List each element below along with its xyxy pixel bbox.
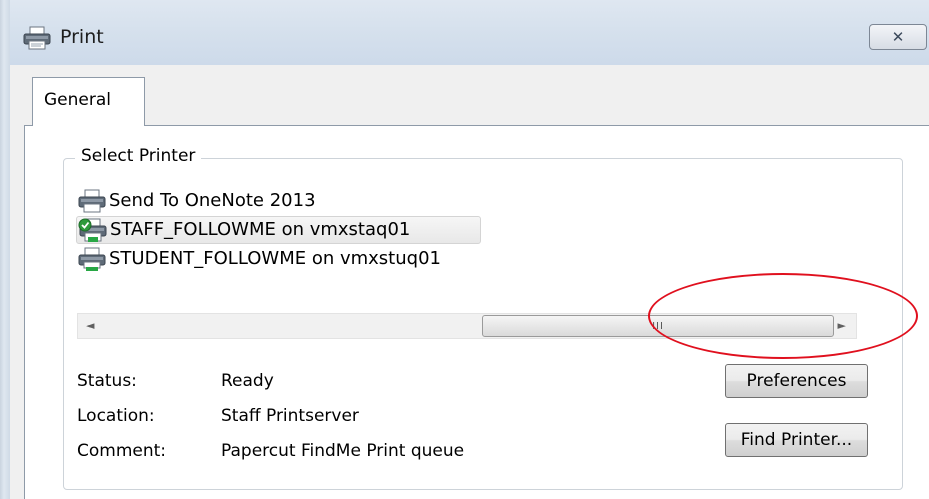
close-button[interactable]: ✕ xyxy=(869,24,927,50)
window-title: Print xyxy=(60,26,104,48)
tab-page-general: Select Printer Send To OneNote 2013 STAF… xyxy=(24,125,929,499)
comment-label: Comment: xyxy=(77,441,167,461)
scroll-thumb[interactable]: III xyxy=(482,315,834,337)
printer-icon xyxy=(77,189,107,213)
printer-item-selected[interactable]: STAFF_FOLLOWME on vmxstaq01 xyxy=(76,215,857,244)
tab-label: General xyxy=(44,90,111,110)
tab-general[interactable]: General xyxy=(32,77,145,126)
printer-name: Send To OneNote 2013 xyxy=(109,190,316,211)
network-printer-icon xyxy=(77,247,107,271)
printer-name: STUDENT_FOLLOWME on vmxstuq01 xyxy=(109,248,441,269)
printer-name: STAFF_FOLLOWME on vmxstaq01 xyxy=(110,219,411,240)
preferences-label: Preferences xyxy=(746,371,847,391)
default-printer-icon xyxy=(78,218,108,242)
print-dialog: Print ✕ General Select Printer Send To O… xyxy=(0,0,929,499)
scroll-left-arrow-icon[interactable]: ◄ xyxy=(86,319,94,332)
location-label: Location: xyxy=(77,406,155,426)
status-label: Status: xyxy=(77,371,137,391)
comment-value: Papercut FindMe Print queue xyxy=(221,441,465,461)
status-value: Ready xyxy=(221,371,274,391)
dialog-body: General Select Printer Send To OneNote 2… xyxy=(10,65,929,499)
find-printer-button[interactable]: Find Printer... xyxy=(725,423,868,457)
close-icon: ✕ xyxy=(891,28,905,46)
printer-item[interactable]: Send To OneNote 2013 xyxy=(77,186,857,215)
scroll-right-arrow-icon[interactable]: ► xyxy=(838,319,846,332)
printer-icon xyxy=(22,26,52,50)
title-bar[interactable]: Print ✕ xyxy=(10,0,929,65)
group-label: Select Printer xyxy=(75,146,202,166)
printer-item[interactable]: STUDENT_FOLLOWME on vmxstuq01 xyxy=(77,244,857,273)
location-value: Staff Printserver xyxy=(221,406,359,426)
preferences-button[interactable]: Preferences xyxy=(725,364,868,398)
grip-icon: III xyxy=(652,320,664,332)
find-printer-label: Find Printer... xyxy=(740,430,853,450)
horizontal-scrollbar[interactable]: ◄ III ► xyxy=(77,313,857,339)
printer-list[interactable]: Send To OneNote 2013 STAFF_FOLLOWME on v… xyxy=(76,186,857,273)
